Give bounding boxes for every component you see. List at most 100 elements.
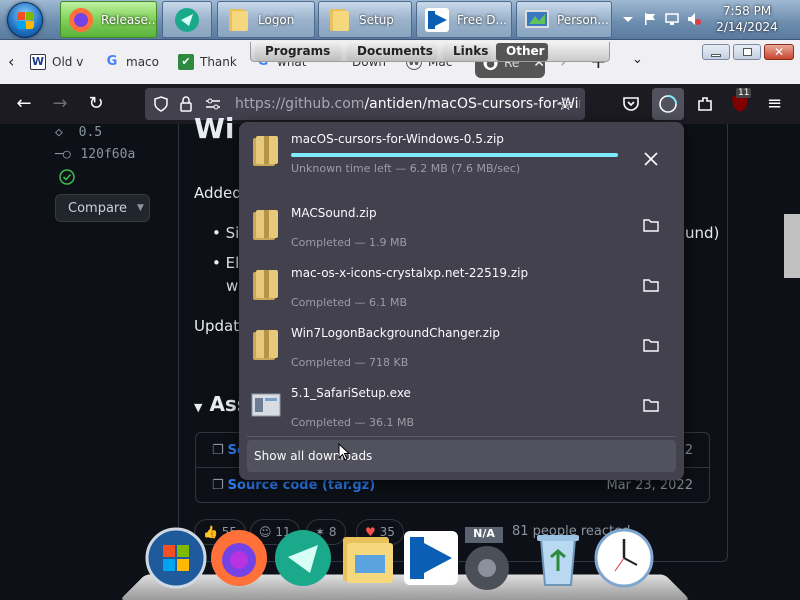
download-item-win7-logon[interactable]: Win7LogonBackgroundChanger.zip Completed…	[247, 316, 676, 376]
show-all-label: Show all downloads	[254, 449, 373, 463]
show-all-downloads-button[interactable]: Show all downloads	[247, 440, 676, 472]
dock-windows-start-icon[interactable]	[145, 527, 207, 589]
folder-icon	[330, 8, 349, 31]
commit-icon: ─○	[55, 147, 71, 162]
forward-button[interactable]: →	[50, 94, 70, 114]
download-status: Unknown time left — 6.2 MB (7.6 MB/sec)	[291, 162, 521, 175]
tab-scroll-left-button[interactable]: ‹	[8, 52, 14, 71]
google-icon: G	[106, 54, 118, 69]
windows-logo-icon	[17, 12, 35, 30]
open-folder-icon[interactable]	[642, 216, 660, 234]
taskbar-button-free-download[interactable]: Free D...	[416, 1, 512, 38]
dock-firefox-icon[interactable]	[208, 527, 270, 589]
back-button[interactable]: ←	[14, 94, 34, 114]
action-center-flag-icon[interactable]	[643, 12, 657, 26]
taskbar: Release... Logon Setup Free D... Person.…	[0, 0, 800, 40]
taskbar-label: Setup	[359, 12, 394, 27]
quick-launch-links[interactable]: Links	[443, 43, 491, 61]
download-item-macos-cursors[interactable]: macOS-cursors-for-Windows-0.5.zip Unknow…	[247, 122, 676, 182]
quick-launch-programs[interactable]: Programs	[255, 43, 341, 61]
app-menu-icon[interactable]: ≡	[767, 93, 782, 114]
clock-date: 2/14/2024	[716, 20, 778, 34]
open-folder-icon[interactable]	[642, 276, 660, 294]
zip-file-icon	[253, 330, 278, 360]
update-line: Updat	[194, 317, 240, 335]
tab-label: maco	[126, 55, 159, 69]
download-progress-bar	[291, 153, 618, 157]
open-folder-icon[interactable]	[642, 396, 660, 414]
quick-launch-other[interactable]: Other	[496, 43, 548, 61]
quick-launch-documents[interactable]: Documents	[347, 43, 437, 61]
dock-folder-icon[interactable]	[337, 527, 399, 589]
taskbar-button-setup[interactable]: Setup	[318, 1, 412, 38]
dock-recycle-bin-icon[interactable]	[527, 527, 589, 589]
show-hidden-icons-icon[interactable]	[621, 12, 635, 26]
page-scrollbar-thumb[interactable]	[784, 214, 800, 278]
tag-icon: ◇	[55, 125, 63, 140]
bullet-continuation: w	[226, 277, 239, 295]
downloads-button[interactable]	[652, 88, 684, 120]
lock-icon[interactable]	[179, 96, 193, 112]
dock-free-download-icon[interactable]	[400, 527, 462, 589]
dock-teal-app-icon[interactable]	[272, 527, 334, 589]
download-item-macsound[interactable]: MACSound.zip Completed — 1.9 MB	[247, 196, 676, 256]
taskbar-button-personalize[interactable]: Person...	[516, 1, 612, 38]
dock-clock-icon[interactable]	[593, 527, 655, 589]
cancel-download-icon[interactable]	[642, 150, 660, 168]
taskbar-button-logon[interactable]: Logon	[217, 1, 315, 38]
taskbar-label: Logon	[258, 12, 295, 27]
permissions-icon[interactable]	[205, 97, 221, 111]
taskbar-label: Release...	[101, 12, 156, 27]
taskbar-button-teal-app[interactable]	[162, 1, 212, 38]
download-item-mac-os-x-icons[interactable]: mac-os-x-icons-crystalxp.net-22519.zip C…	[247, 256, 676, 316]
zip-file-icon	[253, 136, 278, 166]
shield-icon[interactable]	[153, 96, 169, 112]
network-icon[interactable]	[665, 12, 679, 26]
download-progress-icon	[659, 95, 677, 113]
notification-count-badge: 11	[736, 88, 752, 98]
minimize-button[interactable]	[702, 44, 730, 60]
tab-thank[interactable]: ✔ Thank	[178, 50, 238, 74]
download-filename: 5.1_SafariSetup.exe	[291, 386, 411, 400]
url-text: https://github.com/antiden/macOS-cursors…	[235, 96, 580, 112]
ublock-extension-button[interactable]: 11	[730, 88, 752, 116]
download-filename: MACSound.zip	[291, 206, 377, 220]
bookmark-star-icon[interactable]: ☆	[557, 94, 573, 115]
download-item-safari-setup[interactable]: 5.1_SafariSetup.exe Completed — 36.1 MB	[247, 376, 676, 436]
extensions-icon[interactable]	[696, 95, 714, 113]
list-all-tabs-button[interactable]: ⌄	[632, 52, 643, 67]
volume-muted-icon[interactable]	[687, 12, 701, 26]
pocket-icon[interactable]	[622, 96, 640, 112]
reload-button[interactable]: ↻	[86, 94, 106, 114]
file-zip-icon: ❐	[212, 442, 224, 458]
release-title-fragment: Wi	[194, 112, 235, 145]
download-status: Completed — 1.9 MB	[291, 236, 408, 249]
tab-old-versions[interactable]: W Old v	[30, 50, 85, 74]
file-zip-icon: ❐	[212, 477, 224, 493]
triangle-down-icon: ▼	[194, 401, 203, 414]
download-filename: Win7LogonBackgroundChanger.zip	[291, 326, 500, 340]
firefox-icon	[69, 7, 93, 32]
tag-label: 0.5	[78, 125, 103, 140]
open-folder-icon[interactable]	[642, 336, 660, 354]
download-filename: macOS-cursors-for-Windows-0.5.zip	[291, 132, 504, 146]
release-tag[interactable]: ◇ 0.5	[55, 125, 102, 140]
tab-label: Old v	[52, 55, 84, 69]
system-clock[interactable]: 7:58 PM 2/14/2024	[712, 3, 782, 35]
zip-file-icon	[253, 210, 278, 240]
tab-label: Thank	[200, 55, 237, 69]
compare-button[interactable]: Compare ▼	[55, 194, 150, 222]
tab-google-macos[interactable]: G maco	[104, 50, 159, 74]
dock-settings-icon[interactable]	[460, 541, 514, 595]
taskbar-button-firefox[interactable]: Release...	[60, 1, 157, 38]
start-button[interactable]	[7, 2, 43, 38]
release-commit[interactable]: ─○ 120f60a	[55, 147, 135, 162]
bullet-text: Si	[225, 224, 240, 242]
zip-file-icon	[253, 270, 278, 300]
download-status: Completed — 36.1 MB	[291, 416, 415, 429]
restore-button[interactable]	[733, 44, 761, 60]
close-window-button[interactable]: ✕	[764, 44, 794, 60]
taskbar-label: Free D...	[457, 12, 507, 27]
downloads-panel: macOS-cursors-for-Windows-0.5.zip Unknow…	[239, 122, 684, 480]
bullet-item: • Si	[212, 224, 240, 242]
